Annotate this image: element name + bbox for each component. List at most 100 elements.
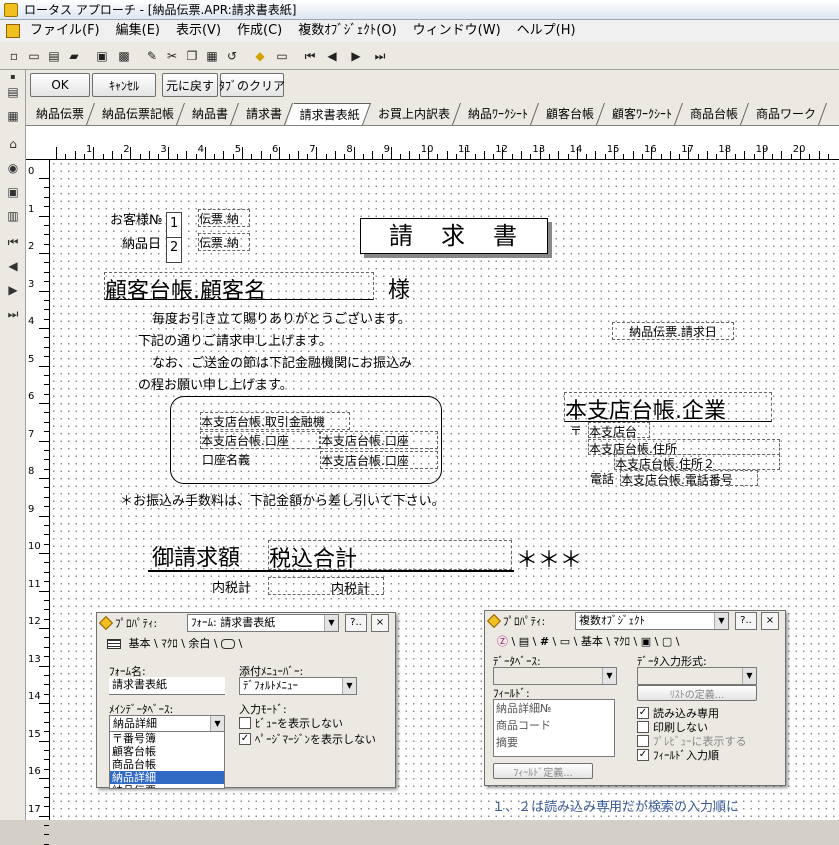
- main-db-dropdown-list[interactable]: 〒番号簿顧客台帳商品台帳納品詳細納品伝票: [109, 731, 225, 789]
- checkbox-checked[interactable]: ✓: [637, 749, 649, 761]
- input-format-select[interactable]: ▼: [637, 667, 757, 685]
- menu-edit[interactable]: 編集(E): [108, 21, 168, 41]
- tab-7[interactable]: 顧客台帳: [532, 103, 606, 125]
- last-record-icon[interactable]: ⏭: [370, 46, 390, 66]
- tab-5[interactable]: お買上内訳表: [364, 103, 462, 125]
- customer-name-field[interactable]: 顧客台帳.顧客名: [104, 272, 374, 304]
- close-button[interactable]: ×: [371, 614, 389, 632]
- total-amount-field[interactable]: 税込合計: [268, 540, 512, 572]
- tab-4[interactable]: 請求書表紙: [286, 103, 372, 125]
- database-select[interactable]: ▼: [493, 667, 617, 685]
- checkbox[interactable]: [637, 735, 649, 747]
- clear-tabs-button[interactable]: ﾀﾌﾞのクリア: [219, 73, 285, 97]
- bank-branch-field[interactable]: 本支店台帳.口座: [200, 431, 320, 449]
- home-icon[interactable]: ⌂: [3, 134, 23, 154]
- menu-file[interactable]: ファイル(F): [22, 21, 108, 41]
- browse-icon[interactable]: ▤: [3, 82, 23, 102]
- tab-8[interactable]: 顧客ﾜｰｸｼｰﾄ: [598, 103, 684, 125]
- list-item[interactable]: 納品伝票: [110, 784, 224, 788]
- prev-record-icon[interactable]: ◀: [322, 46, 342, 66]
- report-icon[interactable]: ▣: [3, 182, 23, 202]
- first-record-icon[interactable]: ⏮: [300, 46, 320, 66]
- menu-window[interactable]: ウィンドウ(W): [405, 21, 509, 41]
- document-icon[interactable]: [6, 24, 20, 38]
- save-icon[interactable]: ▤: [44, 46, 64, 66]
- field-list[interactable]: 納品詳細№ 商品コード 摘要: [493, 699, 615, 757]
- hide-margin-option[interactable]: ✓ ﾍﾟｰｼﾞﾏｰｼﾞﾝを表示しない: [239, 731, 376, 747]
- invoice-date-field[interactable]: 納品伝票.請求日: [612, 322, 734, 340]
- print-icon[interactable]: ▣: [92, 46, 112, 66]
- list-item[interactable]: 摘要: [494, 734, 614, 751]
- lines-icon[interactable]: ▤: [519, 635, 529, 648]
- list-item[interactable]: 顧客台帳: [110, 745, 224, 758]
- delivery-date-field[interactable]: 伝票.納: [198, 233, 250, 251]
- tab-3[interactable]: 請求書: [232, 103, 294, 125]
- frame-icon[interactable]: ▭: [272, 46, 292, 66]
- preview-icon[interactable]: ▩: [114, 46, 134, 66]
- format-icon[interactable]: [221, 639, 236, 649]
- list-item[interactable]: 納品詳細: [110, 771, 224, 784]
- new-icon[interactable]: ▫: [4, 46, 24, 66]
- menu-help[interactable]: ヘルプ(H): [509, 21, 584, 41]
- panel-object-selector[interactable]: 複数ｵﾌﾞｼﾞｪｸﾄ ▼: [575, 612, 729, 630]
- number-format-icon[interactable]: #: [540, 635, 549, 648]
- menu-view[interactable]: 表示(V): [168, 21, 229, 41]
- address2-field[interactable]: 本支店台帳.住所２: [614, 454, 780, 471]
- ok-button[interactable]: OK: [30, 73, 90, 97]
- account-name-field[interactable]: 本支店台帳.口座: [320, 451, 438, 469]
- tab-1[interactable]: 納品伝票記帳: [88, 103, 186, 125]
- tab-basic[interactable]: 基本: [129, 637, 151, 650]
- help-button[interactable]: ?..: [345, 614, 367, 632]
- image-icon[interactable]: ▣: [641, 635, 651, 648]
- help-button[interactable]: ?..: [735, 612, 757, 630]
- tab-10[interactable]: 商品ワーク: [742, 103, 828, 125]
- close-button[interactable]: ×: [761, 612, 779, 630]
- frame-icon[interactable]: ▭: [560, 635, 570, 648]
- prev-icon[interactable]: ◀: [3, 256, 23, 276]
- tab-9[interactable]: 商品台帳: [676, 103, 750, 125]
- list-item[interactable]: 商品コード: [494, 717, 614, 734]
- undo-icon[interactable]: ↺: [222, 46, 242, 66]
- tab-2[interactable]: 納品書: [178, 103, 240, 125]
- form-name-input[interactable]: 請求書表紙: [109, 677, 225, 695]
- list-definition-button[interactable]: ﾘｽﾄの定義...: [637, 685, 757, 701]
- checkbox[interactable]: [637, 721, 649, 733]
- tab-macro[interactable]: ﾏｸﾛ: [614, 635, 631, 648]
- format-icon[interactable]: ▢: [662, 635, 672, 648]
- font-icon[interactable]: Ⓩ: [497, 635, 508, 648]
- list-item[interactable]: 商品台帳: [110, 758, 224, 771]
- checkbox[interactable]: [239, 717, 251, 729]
- next-icon[interactable]: ▶: [3, 280, 23, 300]
- cancel-button[interactable]: ｷｬﾝｾﾙ: [92, 73, 156, 97]
- panel-object-selector[interactable]: ﾌｫｰﾑ: 請求書表紙 ▼: [187, 614, 339, 632]
- pen-icon[interactable]: ✎: [142, 46, 162, 66]
- tab-margin[interactable]: 余白: [188, 637, 210, 650]
- design-icon[interactable]: ▦: [3, 106, 23, 126]
- revert-button[interactable]: 元に戻す: [162, 73, 218, 97]
- first-icon[interactable]: ⏮: [3, 232, 23, 252]
- account-type-field[interactable]: 本支店台帳.口座: [320, 431, 438, 449]
- phone-field[interactable]: 本支店台帳.電話番号: [620, 470, 758, 487]
- field-order-option[interactable]: ✓ ﾌｨｰﾙﾄﾞ入力順: [637, 747, 719, 763]
- address-field[interactable]: 本支店台帳.住所: [588, 439, 780, 456]
- copy-icon[interactable]: ❐: [182, 46, 202, 66]
- postal-code-field[interactable]: 本支店台: [588, 422, 650, 439]
- list-item[interactable]: 納品詳細№: [494, 700, 614, 717]
- properties-icon[interactable]: ◆: [250, 46, 270, 66]
- tab-0[interactable]: 納品伝票: [26, 103, 96, 125]
- tab-6[interactable]: 納品ﾜｰｸｼｰﾄ: [454, 103, 540, 125]
- hide-view-option[interactable]: ﾋﾞｭｰを表示しない: [239, 715, 343, 731]
- list-item[interactable]: 〒番号簿: [110, 732, 224, 745]
- last-icon[interactable]: ⏭: [3, 304, 23, 324]
- paste-icon[interactable]: ▦: [202, 46, 222, 66]
- menu-create[interactable]: 作成(C): [229, 21, 290, 41]
- open-icon[interactable]: ▭: [24, 46, 44, 66]
- checkbox-checked[interactable]: ✓: [637, 707, 649, 719]
- tab-macro[interactable]: ﾏｸﾛ: [161, 637, 178, 650]
- worksheet-icon[interactable]: ▥: [3, 206, 23, 226]
- field-definition-button[interactable]: ﾌｨｰﾙﾄﾞ定義...: [493, 763, 593, 779]
- customer-no-field[interactable]: 伝票.納: [198, 209, 250, 227]
- tax-field[interactable]: 内税計: [268, 577, 384, 597]
- tab-basic[interactable]: 基本: [581, 635, 603, 648]
- menu-bar-select[interactable]: ﾃﾞﾌｫﾙﾄﾒﾆｭｰ ▼: [239, 677, 357, 695]
